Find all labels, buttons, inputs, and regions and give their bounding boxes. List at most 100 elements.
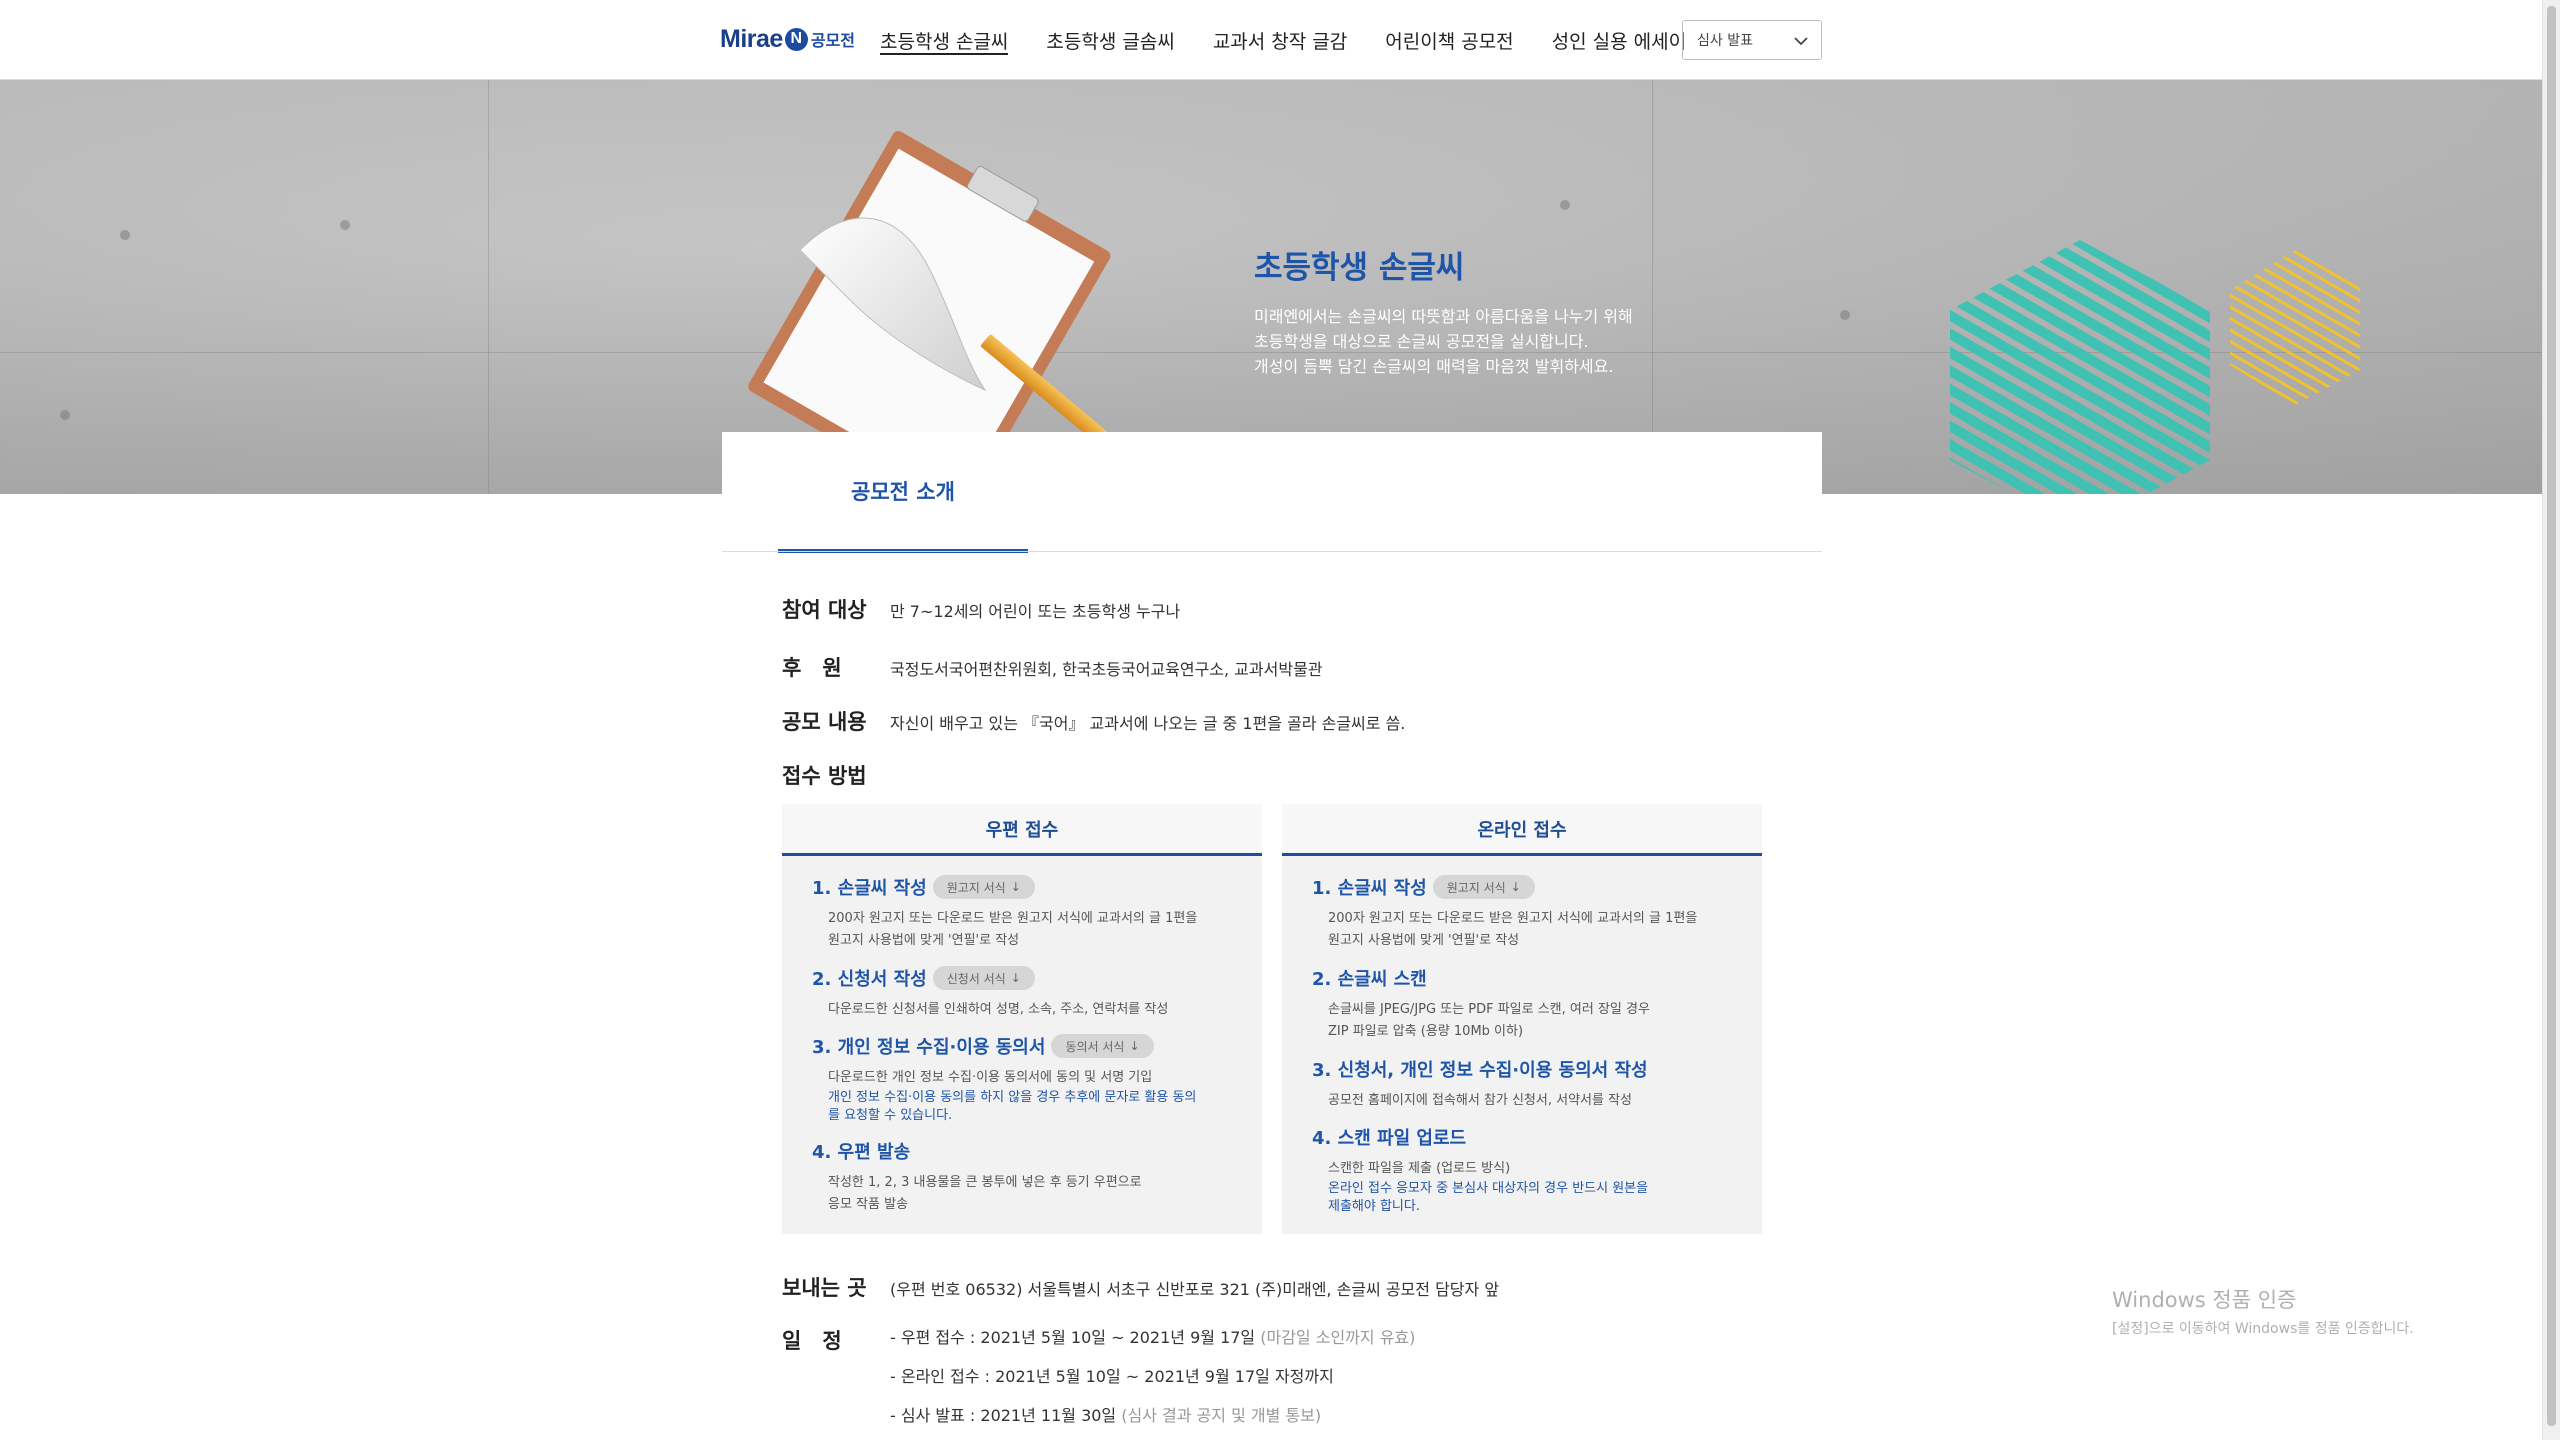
consent-form-download-button[interactable]: 동의서 서식 ↓ bbox=[1051, 1034, 1154, 1058]
watermark-title: Windows 정품 인증 bbox=[2112, 1288, 2297, 1312]
mail-step-3: 3. 개인 정보 수집·이용 동의서 동의서 서식 ↓ 다운로드한 개인 정보 수… bbox=[812, 1033, 1196, 1125]
online-step-3: 3. 신청서, 개인 정보 수집·이용 동의서 작성 공모전 홈페이지에 접속해… bbox=[1312, 1056, 1648, 1112]
step-note-line: 제출해야 합니다. bbox=[1328, 1199, 1420, 1214]
download-icon: ↓ bbox=[1129, 1039, 1140, 1053]
button-label: 신청서 서식 bbox=[946, 971, 1006, 986]
chevron-down-icon bbox=[1794, 37, 1808, 46]
button-label: 동의서 서식 bbox=[1065, 1039, 1125, 1054]
step-title: 3. 개인 정보 수집·이용 동의서 bbox=[812, 1037, 1046, 1058]
step-desc-line: 스캔한 파일을 제출 (업로드 방식) bbox=[1328, 1161, 1511, 1176]
select-value: 심사 발표 bbox=[1697, 33, 1753, 49]
watermark-subtitle: [설정]으로 이동하여 Windows를 정품 인증합니다. bbox=[2112, 1321, 2414, 1337]
online-submission-box: 온라인 접수 1. 손글씨 작성 원고지 서식 ↓ 200자 원고지 또는 다운로… bbox=[1282, 804, 1762, 1234]
nav-item-textbook-material[interactable]: 교과서 창작 글감 bbox=[1213, 0, 1347, 80]
target-text: 만 7~12세의 어린이 또는 초등학생 누구나 bbox=[890, 602, 1181, 621]
schedule-item: - 우편 접수 : 2021년 5월 10일 ~ 2021년 9월 17일 (마… bbox=[890, 1324, 1415, 1348]
mail-step-4: 4. 우편 발송 작성한 1, 2, 3 내용물을 큰 봉투에 넣은 후 등기 … bbox=[812, 1138, 1142, 1216]
online-box-title: 온라인 접수 bbox=[1282, 804, 1762, 856]
result-select[interactable]: 심사 발표 bbox=[1682, 20, 1822, 60]
online-step-4: 4. 스캔 파일 업로드 스캔한 파일을 제출 (업로드 방식) 온라인 접수 … bbox=[1312, 1124, 1648, 1216]
banner-title: 초등학생 손글씨 bbox=[1254, 250, 1465, 286]
banner-desc-line: 개성이 듬뿍 담긴 손글씨의 매력을 마음껏 발휘하세요. bbox=[1254, 357, 1614, 376]
mirae-n-logo[interactable]: Mirae N 공모전 bbox=[720, 24, 855, 54]
hexagon-decoration bbox=[1950, 240, 2360, 494]
step-desc-line: 공모전 홈페이지에 접속해서 참가 신청서, 서약서를 작성 bbox=[1328, 1093, 1633, 1108]
step-title: 2. 신청서 작성 bbox=[812, 969, 927, 990]
schedule-item: - 심사 발표 : 2021년 11월 30일 (심사 결과 공지 및 개별 통… bbox=[890, 1402, 1415, 1426]
address-text: (우편 번호 06532) 서울특별시 서초구 신반포로 321 (주)미래엔,… bbox=[890, 1280, 1500, 1299]
sponsor-text: 국정도서국어편찬위원회, 한국초등국어교육연구소, 교과서박물관 bbox=[890, 660, 1323, 679]
step-note-line: 를 요청할 수 있습니다. bbox=[828, 1108, 953, 1123]
logo-word: Mirae bbox=[720, 24, 783, 53]
step-desc-line: 다운로드한 신청서를 인쇄하여 성명, 소속, 주소, 연락처를 작성 bbox=[828, 1002, 1169, 1017]
schedule-item: - 온라인 접수 : 2021년 5월 10일 ~ 2021년 9월 17일 자… bbox=[890, 1363, 1415, 1387]
address-row: 보내는 곳 (우편 번호 06532) 서울특별시 서초구 신반포로 321 (… bbox=[782, 1272, 1499, 1302]
schedule-text: - 온라인 접수 : 2021년 5월 10일 ~ 2021년 9월 17일 자… bbox=[890, 1367, 1334, 1386]
banner-description: 미래엔에서는 손글씨의 따뜻함과 아름다움을 나누기 위해 초등학생을 대상으로… bbox=[1254, 304, 1774, 379]
schedule-row: 일 정 - 우편 접수 : 2021년 5월 10일 ~ 2021년 9월 17… bbox=[782, 1324, 1415, 1440]
online-step-1: 1. 손글씨 작성 원고지 서식 ↓ 200자 원고지 또는 다운로드 받은 원고… bbox=[1312, 874, 1697, 952]
mail-step-2: 2. 신청서 작성 신청서 서식 ↓ 다운로드한 신청서를 인쇄하여 성명, 소속… bbox=[812, 965, 1168, 1021]
logo-mark: N bbox=[784, 27, 808, 51]
nav-item-childrens-book[interactable]: 어린이책 공모전 bbox=[1385, 0, 1513, 80]
nav-item-writing-skill[interactable]: 초등학생 글솜씨 bbox=[1046, 0, 1174, 80]
step-title: 3. 신청서, 개인 정보 수집·이용 동의서 작성 bbox=[1312, 1060, 1648, 1081]
button-label: 원고지 서식 bbox=[946, 880, 1006, 895]
schedule-text: - 우편 접수 : 2021년 5월 10일 ~ 2021년 9월 17일 bbox=[890, 1328, 1256, 1347]
banner-desc-line: 초등학생을 대상으로 손글씨 공모전을 실시합니다. bbox=[1254, 332, 1589, 351]
step-title: 1. 손글씨 작성 bbox=[1312, 878, 1427, 899]
sponsor-label: 후 원 bbox=[782, 656, 842, 680]
windows-activation-watermark: Windows 정품 인증 [설정]으로 이동하여 Windows를 정품 인증… bbox=[2112, 1284, 2414, 1338]
step-desc-line: 손글씨를 JPEG/JPG 또는 PDF 파일로 스캔, 여러 장일 경우 bbox=[1328, 1002, 1650, 1017]
top-header: Mirae N 공모전 초등학생 손글씨 초등학생 글솜씨 교과서 창작 글감 … bbox=[0, 0, 2542, 80]
button-label: 원고지 서식 bbox=[1446, 880, 1506, 895]
sponsor-row: 후 원 국정도서국어편찬위원회, 한국초등국어교육연구소, 교과서박물관 bbox=[782, 652, 1323, 682]
schedule-label: 일 정 bbox=[782, 1329, 842, 1353]
step-desc-line: ZIP 파일로 압축 (용량 10Mb 이하) bbox=[1328, 1024, 1524, 1039]
mail-box-title: 우편 접수 bbox=[782, 804, 1262, 856]
step-note-line: 개인 정보 수집·이용 동의를 하지 않을 경우 추후에 문자로 활용 동의 bbox=[828, 1090, 1197, 1105]
schedule-text: - 심사 발표 : 2021년 11월 30일 bbox=[890, 1406, 1117, 1425]
content-card: 공모전 소개 참여 대상 만 7~12세의 어린이 또는 초등학생 누구나 후 … bbox=[722, 432, 1822, 1440]
mail-submission-box: 우편 접수 1. 손글씨 작성 원고지 서식 ↓ 200자 원고지 또는 다운로드… bbox=[782, 804, 1262, 1234]
schedule-list: - 우편 접수 : 2021년 5월 10일 ~ 2021년 9월 17일 (마… bbox=[890, 1324, 1415, 1440]
step-desc-line: 응모 작품 발송 bbox=[828, 1197, 909, 1212]
target-row: 참여 대상 만 7~12세의 어린이 또는 초등학생 누구나 bbox=[782, 594, 1180, 624]
content-text: 자신이 배우고 있는 『국어』 교과서에 나오는 글 중 1편을 골라 손글씨로… bbox=[890, 714, 1406, 733]
application-form-download-button[interactable]: 신청서 서식 ↓ bbox=[932, 966, 1035, 990]
step-desc-line: 200자 원고지 또는 다운로드 받은 원고지 서식에 교과서의 글 1편을 bbox=[828, 911, 1198, 926]
download-icon: ↓ bbox=[1510, 880, 1521, 894]
step-title: 1. 손글씨 작성 bbox=[812, 878, 927, 899]
schedule-note: (심사 결과 공지 및 개별 통보) bbox=[1116, 1406, 1322, 1425]
content-row: 공모 내용 자신이 배우고 있는 『국어』 교과서에 나오는 글 중 1편을 골… bbox=[782, 706, 1405, 736]
page-scrollbar[interactable] bbox=[2542, 0, 2560, 1440]
step-desc-line: 원고지 사용법에 맞게 '연필'로 작성 bbox=[1328, 933, 1520, 948]
manuscript-form-download-button[interactable]: 원고지 서식 ↓ bbox=[932, 875, 1035, 899]
nav-item-handwriting[interactable]: 초등학생 손글씨 bbox=[880, 0, 1009, 80]
online-step-2: 2. 손글씨 스캔 손글씨를 JPEG/JPG 또는 PDF 파일로 스캔, 여… bbox=[1312, 965, 1650, 1043]
mail-step-1: 1. 손글씨 작성 원고지 서식 ↓ 200자 원고지 또는 다운로드 받은 원고… bbox=[812, 874, 1197, 952]
tab-contest-intro[interactable]: 공모전 소개 bbox=[778, 432, 1028, 553]
address-label: 보내는 곳 bbox=[782, 1276, 867, 1300]
step-note-line: 온라인 접수 응모자 중 본심사 대상자의 경우 반드시 원본을 bbox=[1328, 1181, 1649, 1196]
schedule-note: (마감일 소인까지 유효) bbox=[1255, 1328, 1416, 1347]
step-title: 2. 손글씨 스캔 bbox=[1312, 969, 1427, 990]
step-title: 4. 스캔 파일 업로드 bbox=[1312, 1128, 1467, 1149]
step-desc-line: 200자 원고지 또는 다운로드 받은 원고지 서식에 교과서의 글 1편을 bbox=[1328, 911, 1698, 926]
nav-item-adult-essay[interactable]: 성인 실용 에세이 bbox=[1552, 0, 1686, 80]
scrollbar-thumb[interactable] bbox=[2547, 6, 2556, 1426]
step-desc-line: 작성한 1, 2, 3 내용물을 큰 봉투에 넣은 후 등기 우편으로 bbox=[828, 1175, 1142, 1190]
main-nav: 초등학생 손글씨 초등학생 글솜씨 교과서 창작 글감 어린이책 공모전 성인 … bbox=[880, 0, 1724, 80]
content-label: 공모 내용 bbox=[782, 710, 867, 734]
step-title: 4. 우편 발송 bbox=[812, 1142, 911, 1163]
method-row: 접수 방법 bbox=[782, 760, 890, 790]
logo-suffix: 공모전 bbox=[810, 31, 855, 50]
target-label: 참여 대상 bbox=[782, 598, 867, 622]
banner-desc-line: 미래엔에서는 손글씨의 따뜻함과 아름다움을 나누기 위해 bbox=[1254, 307, 1633, 326]
step-desc-line: 원고지 사용법에 맞게 '연필'로 작성 bbox=[828, 933, 1020, 948]
tab-divider bbox=[722, 551, 1822, 552]
method-label: 접수 방법 bbox=[782, 764, 867, 788]
step-desc-line: 다운로드한 개인 정보 수집·이용 동의서에 동의 및 서명 기입 bbox=[828, 1070, 1153, 1085]
download-icon: ↓ bbox=[1010, 971, 1021, 985]
manuscript-form-download-button[interactable]: 원고지 서식 ↓ bbox=[1432, 875, 1535, 899]
